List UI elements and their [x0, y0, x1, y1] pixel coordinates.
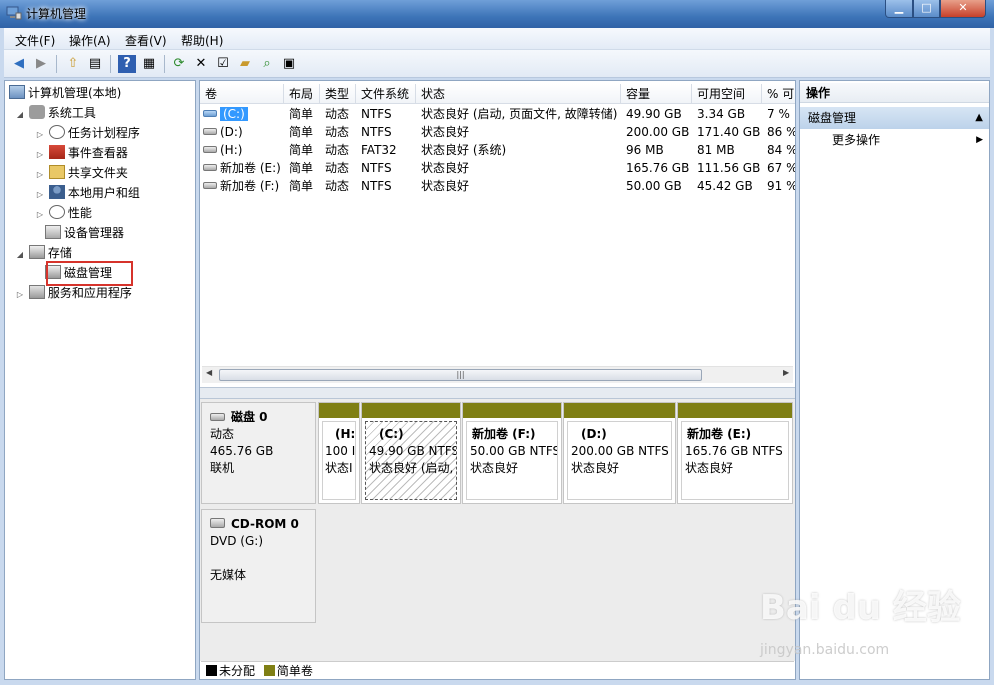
tree-task-scheduler[interactable]: ▷ 任务计划程序 — [35, 124, 140, 142]
baidu-watermark: Bai du 经验 jingyan.baidu.com — [760, 588, 961, 658]
simple-volume-bar — [319, 403, 359, 418]
expanded-icon[interactable]: ◢ — [15, 106, 25, 124]
toolbar: ◀ ▶ ⇧ ▤ ? ▦ ⟳ ✕ ☑ ▰ ⌕ ▣ — [4, 50, 990, 78]
submenu-arrow-icon: ▶ — [976, 135, 983, 145]
highlight-box — [46, 261, 133, 286]
disk-management-view: 卷 布局 类型 文件系统 状态 容量 可用空间 % 可 (C:) 简单 动态 N… — [199, 80, 796, 680]
col-percent-free[interactable]: % 可 — [762, 84, 795, 104]
partition-d[interactable]: (D:) 200.00 GB NTFS 状态良好 — [563, 402, 676, 504]
minimize-button[interactable]: ▁ — [885, 0, 913, 18]
menu-bar: 文件(F) 操作(A) 查看(V) 帮助(H) — [4, 28, 990, 50]
clock-icon — [48, 125, 65, 139]
partition-h[interactable]: (H: 100 I 状态I — [318, 402, 360, 504]
simple-volume-bar — [564, 403, 675, 418]
volume-icon — [203, 182, 217, 189]
menu-view[interactable]: 查看(V) — [125, 32, 167, 49]
more-actions-item[interactable]: 更多操作 ▶ — [832, 131, 989, 149]
collapsed-icon[interactable]: ▷ — [35, 166, 45, 184]
delete-icon[interactable]: ✕ — [192, 55, 210, 73]
col-status[interactable]: 状态 — [416, 84, 621, 104]
find-icon[interactable]: ⌕ — [258, 55, 276, 73]
col-filesystem[interactable]: 文件系统 — [356, 84, 416, 104]
volume-icon — [203, 164, 217, 171]
scroll-right-icon[interactable]: ▶ — [783, 368, 789, 377]
simple-volume-swatch — [263, 665, 275, 676]
back-icon[interactable]: ◀ — [10, 55, 28, 73]
volume-icon — [203, 128, 217, 135]
tree-services-apps[interactable]: ▷ 服务和应用程序 — [15, 284, 132, 302]
expanded-icon[interactable]: ◢ — [15, 246, 25, 264]
simple-volume-bar — [678, 403, 792, 418]
services-icon — [28, 285, 45, 299]
title-bar: 计算机管理 ▁ □ ✕ — [0, 0, 994, 28]
cdrom-volume-area — [317, 509, 793, 623]
performance-icon — [48, 205, 65, 219]
pane-splitter[interactable] — [200, 387, 795, 399]
help-icon[interactable]: ? — [118, 55, 136, 73]
show-hide-tree-icon[interactable]: ▤ — [86, 55, 104, 73]
tree-local-users[interactable]: ▷ 本地用户和组 — [35, 184, 140, 202]
menu-file[interactable]: 文件(F) — [15, 32, 55, 49]
volume-icon — [203, 110, 217, 117]
simple-volume-bar — [463, 403, 561, 418]
tree-performance[interactable]: ▷ 性能 — [35, 204, 92, 222]
scroll-thumb[interactable]: ||| — [219, 369, 702, 381]
volume-icon — [203, 146, 217, 153]
disk-0-label[interactable]: 磁盘 0 动态 465.76 GB 联机 — [201, 402, 316, 504]
collapse-icon[interactable]: ▲ — [975, 107, 983, 129]
open-icon[interactable]: ▰ — [236, 55, 254, 73]
up-folder-icon[interactable]: ⇧ — [64, 55, 82, 73]
event-viewer-icon — [48, 145, 65, 159]
tree-event-viewer[interactable]: ▷ 事件查看器 — [35, 144, 128, 162]
menu-action[interactable]: 操作(A) — [69, 32, 111, 49]
tree-system-tools[interactable]: ◢ 系统工具 — [15, 104, 96, 122]
tree-root[interactable]: 计算机管理(本地) — [9, 84, 121, 102]
disk-icon — [210, 413, 225, 421]
disk-icon[interactable]: ▣ — [280, 55, 298, 73]
storage-icon — [28, 245, 45, 259]
horizontal-scrollbar[interactable]: ◀ ||| ▶ — [202, 366, 793, 383]
col-free-space[interactable]: 可用空间 — [692, 84, 762, 104]
computer-icon — [9, 85, 25, 99]
partition-c[interactable]: (C:) 49.90 GB NTFS 状态良好 (启动, — [361, 402, 461, 504]
shared-folder-icon — [48, 165, 65, 179]
device-manager-icon — [45, 225, 61, 239]
menu-help[interactable]: 帮助(H) — [181, 32, 223, 49]
tree-device-manager[interactable]: 设备管理器 — [45, 224, 124, 242]
actions-section-disk-management[interactable]: 磁盘管理 ▲ — [800, 107, 989, 129]
simple-volume-bar — [362, 403, 460, 418]
computer-management-icon — [6, 6, 22, 20]
properties-pane-icon[interactable]: ▦ — [140, 55, 158, 73]
unallocated-swatch — [206, 665, 217, 676]
collapsed-icon[interactable]: ▷ — [15, 286, 25, 304]
forward-icon[interactable]: ▶ — [32, 55, 50, 73]
partition-f[interactable]: 新加卷 (F:) 50.00 GB NTFS 状态良好 — [462, 402, 562, 504]
collapsed-icon[interactable]: ▷ — [35, 206, 45, 224]
cdrom-icon — [210, 518, 225, 528]
col-type[interactable]: 类型 — [320, 84, 356, 104]
volume-list: 卷 布局 类型 文件系统 状态 容量 可用空间 % 可 (C:) 简单 动态 N… — [200, 81, 795, 387]
refresh-icon[interactable]: ⟳ — [170, 55, 188, 73]
collapsed-icon[interactable]: ▷ — [35, 126, 45, 144]
tools-icon — [28, 105, 45, 119]
window-title: 计算机管理 — [26, 7, 87, 21]
graphical-disk-view: 磁盘 0 动态 465.76 GB 联机 (H: 100 I 状态I (C:) … — [200, 399, 795, 661]
cdrom-0-label[interactable]: CD-ROM 0 DVD (G:) 无媒体 — [201, 509, 316, 623]
console-tree: 计算机管理(本地) ◢ 系统工具 ▷ 任务计划程序 ▷ 事件查看器 ▷ 共享文件… — [4, 80, 196, 680]
maximize-button[interactable]: □ — [913, 0, 940, 18]
collapsed-icon[interactable]: ▷ — [35, 146, 45, 164]
legend: 未分配 简单卷 — [201, 661, 794, 679]
tree-storage[interactable]: ◢ 存储 — [15, 244, 72, 262]
close-button[interactable]: ✕ — [940, 0, 986, 18]
properties-icon[interactable]: ☑ — [214, 55, 232, 73]
tree-shared-folders[interactable]: ▷ 共享文件夹 — [35, 164, 128, 182]
collapsed-icon[interactable]: ▷ — [35, 186, 45, 204]
col-capacity[interactable]: 容量 — [621, 84, 692, 104]
actions-header: 操作 — [800, 83, 989, 103]
users-icon — [48, 185, 65, 199]
partition-e[interactable]: 新加卷 (E:) 165.76 GB NTFS 状态良好 — [677, 402, 793, 504]
scroll-left-icon[interactable]: ◀ — [206, 368, 212, 377]
col-volume[interactable]: 卷 — [200, 84, 284, 104]
col-layout[interactable]: 布局 — [284, 84, 320, 104]
